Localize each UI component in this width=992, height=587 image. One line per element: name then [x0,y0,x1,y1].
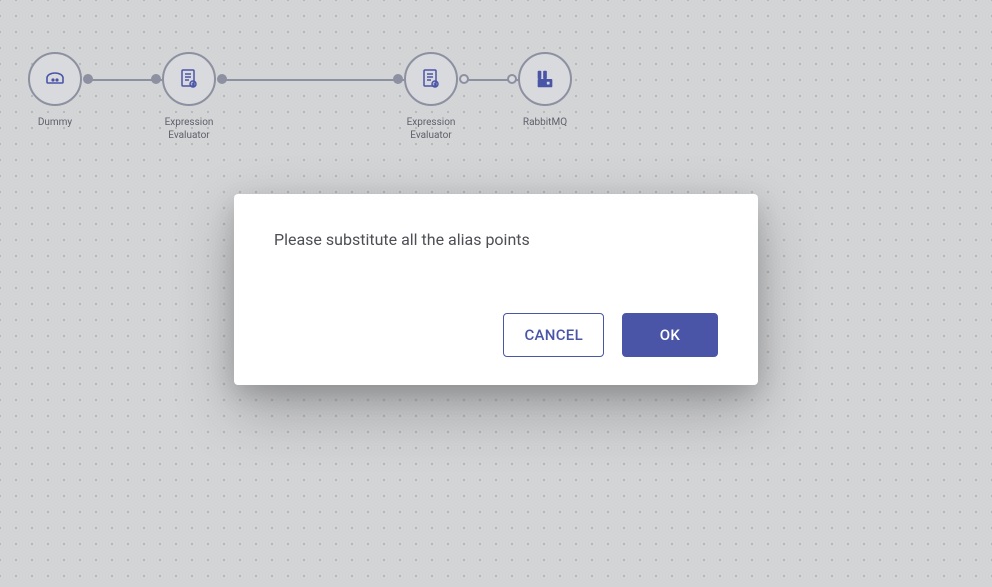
dialog-overlay: Please substitute all the alias points C… [0,0,992,587]
dialog-actions: CANCEL OK [274,313,718,357]
cancel-button[interactable]: CANCEL [503,313,604,357]
alert-dialog: Please substitute all the alias points C… [234,194,758,385]
ok-button[interactable]: OK [622,313,718,357]
dialog-message: Please substitute all the alias points [274,230,718,249]
